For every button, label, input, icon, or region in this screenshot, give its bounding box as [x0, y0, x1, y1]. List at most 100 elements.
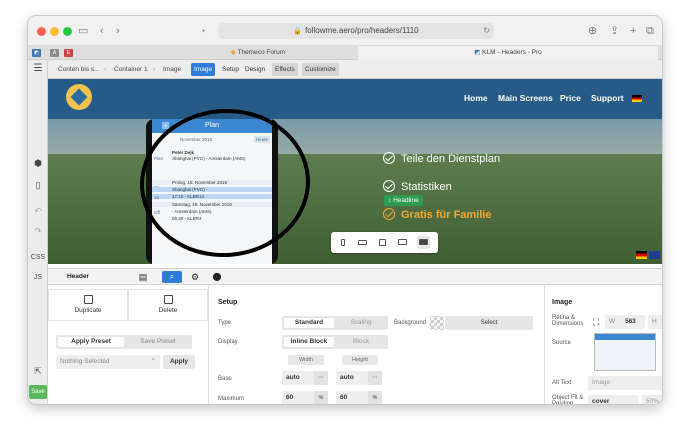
nav-price-link[interactable]: Price: [560, 93, 581, 103]
mode-design-tab[interactable]: Design: [242, 63, 268, 76]
unit-selector[interactable]: %: [368, 391, 382, 404]
mode-customize-tab[interactable]: Customize: [302, 63, 339, 76]
site-preview[interactable]: Home Main Screens Price Support ✕ Plan N…: [48, 79, 662, 264]
check-circle-icon: [383, 180, 395, 192]
breadcrumb-separator: ›: [153, 66, 156, 73]
width-dimension-input[interactable]: W 563: [605, 315, 645, 329]
duplicate-button[interactable]: Duplicate: [48, 289, 128, 321]
site-header: Home Main Screens Price Support: [48, 79, 662, 119]
preset-select[interactable]: Nothing Selected ⌃: [56, 355, 160, 369]
base-width-input[interactable]: auto ···: [282, 371, 328, 385]
more-options-icon[interactable]: ···: [368, 371, 382, 385]
tab-overview-icon[interactable]: ⧉: [646, 24, 654, 38]
pinned-tab-e-icon[interactable]: E: [64, 49, 73, 57]
feature-item: Gratis für Familie: [383, 208, 491, 221]
apply-preset-button[interactable]: Apply: [163, 355, 195, 369]
reload-icon[interactable]: ↻: [483, 23, 490, 39]
download-icon[interactable]: ⊕: [588, 24, 597, 38]
background-select-button[interactable]: Select: [445, 316, 533, 330]
nav-home-link[interactable]: Home: [464, 93, 488, 103]
back-arrow-icon[interactable]: ‹: [100, 24, 104, 38]
more-options-icon[interactable]: ···: [314, 371, 328, 385]
breadcrumb-separator: ›: [104, 66, 107, 73]
uk-flag-icon[interactable]: [649, 251, 660, 259]
max-height-input[interactable]: 60%: [336, 391, 382, 404]
delete-button[interactable]: Delete: [128, 289, 208, 321]
css-button[interactable]: CSS: [28, 254, 48, 261]
undo-icon[interactable]: ↶: [28, 206, 48, 217]
retina-dimensions-label: Retina & Dimensions: [552, 315, 584, 327]
elements-icon[interactable]: ⬢: [28, 158, 48, 169]
new-tab-icon[interactable]: +: [630, 24, 636, 38]
nav-main-screens-link[interactable]: Main Screens: [498, 93, 553, 103]
alt-text-input[interactable]: Image: [588, 376, 662, 390]
device-icon[interactable]: ▯: [28, 180, 48, 191]
display-block-option[interactable]: Block: [336, 337, 386, 347]
select-caret-icon: ⌃: [150, 358, 156, 365]
tab-klm-headers[interactable]: ◩ KLM - Headers - Pro: [358, 46, 658, 60]
breadcrumb-item[interactable]: Image: [163, 60, 181, 79]
save-preset-option[interactable]: Save Preset: [126, 337, 190, 347]
pinned-tab-a-icon[interactable]: A: [50, 49, 59, 57]
apply-preset-option[interactable]: Apply Preset: [58, 337, 124, 347]
site-logo[interactable]: [66, 84, 92, 110]
pinned-tab-icon[interactable]: ◩: [32, 49, 41, 57]
mode-image-tab[interactable]: Image: [191, 63, 216, 76]
address-bar[interactable]: 🔒 followme.aero/pro/headers/1110 ↻: [218, 23, 494, 39]
external-link-icon[interactable]: ⇱: [28, 366, 48, 377]
device-preview-bar: [331, 232, 438, 253]
breadcrumb-item[interactable]: Container 1: [114, 60, 148, 79]
object-fit-select[interactable]: cover: [588, 395, 638, 404]
german-flag-icon[interactable]: [636, 251, 647, 259]
tab-themeco-forum[interactable]: ◆ Themeco Forum: [178, 46, 338, 60]
share-icon[interactable]: ⇪: [610, 24, 619, 38]
device-phone-landscape-icon[interactable]: [356, 236, 369, 249]
max-width-input[interactable]: 60%: [282, 391, 328, 404]
source-label: Source: [552, 340, 572, 346]
object-position-input[interactable]: 50% 50%: [642, 395, 662, 404]
maximum-label: Maximum: [218, 396, 245, 402]
mode-effects-tab[interactable]: Effects: [272, 63, 298, 76]
header-tab[interactable]: Header: [58, 269, 98, 285]
mode-setup-tab[interactable]: Setup: [219, 63, 242, 76]
menu-icon[interactable]: ☰: [28, 63, 48, 74]
unit-selector[interactable]: %: [314, 391, 328, 404]
width-header: Width: [288, 355, 324, 365]
search-icon[interactable]: ⌕: [162, 271, 182, 283]
headline-element-tag[interactable]: ↕ Headline: [384, 195, 423, 206]
type-standard-option[interactable]: Standard: [284, 318, 334, 328]
height-dimension-input[interactable]: H 460: [648, 315, 662, 329]
image-section-title: Image: [552, 299, 573, 306]
device-phone-portrait-icon[interactable]: [336, 236, 349, 249]
type-scaling-option[interactable]: Scaling: [336, 318, 386, 328]
privacy-shield-icon[interactable]: ◔: [200, 24, 205, 38]
nav-support-link[interactable]: Support: [591, 93, 624, 103]
german-flag-icon[interactable]: [632, 95, 642, 102]
forward-arrow-icon[interactable]: ›: [116, 24, 120, 38]
language-switcher[interactable]: [636, 251, 662, 263]
maximize-window-button[interactable]: [63, 27, 72, 36]
breadcrumb-item[interactable]: Conten bis s...: [58, 60, 100, 79]
js-button[interactable]: JS: [28, 274, 48, 281]
background-swatch[interactable]: [430, 316, 444, 330]
sidebar-toggle-icon[interactable]: ▭: [78, 24, 88, 38]
themeco-favicon-icon: ◆: [230, 49, 236, 56]
minimize-window-button[interactable]: [50, 27, 59, 36]
device-tablet-icon[interactable]: [376, 236, 389, 249]
image-source-thumbnail[interactable]: [594, 333, 656, 371]
device-desktop-icon[interactable]: [417, 236, 430, 249]
base-label: Base: [218, 376, 232, 382]
save-button[interactable]: Save: [29, 385, 47, 399]
retina-toggle-icon[interactable]: ⛶: [593, 317, 599, 328]
followme-favicon-icon: ◩: [474, 49, 481, 56]
layout-icon[interactable]: ▤: [136, 269, 150, 285]
display-toggle: Inline Block Block: [282, 335, 388, 349]
base-height-input[interactable]: auto ···: [336, 371, 382, 385]
device-laptop-icon[interactable]: [396, 236, 409, 249]
color-drop-icon[interactable]: ⬤: [210, 269, 224, 285]
redo-icon[interactable]: ↷: [28, 226, 48, 237]
close-window-button[interactable]: [37, 27, 46, 36]
type-toggle: Standard Scaling: [282, 316, 388, 330]
display-inline-block-option[interactable]: Inline Block: [284, 337, 334, 347]
settings-gear-icon[interactable]: ⚙: [188, 269, 202, 285]
